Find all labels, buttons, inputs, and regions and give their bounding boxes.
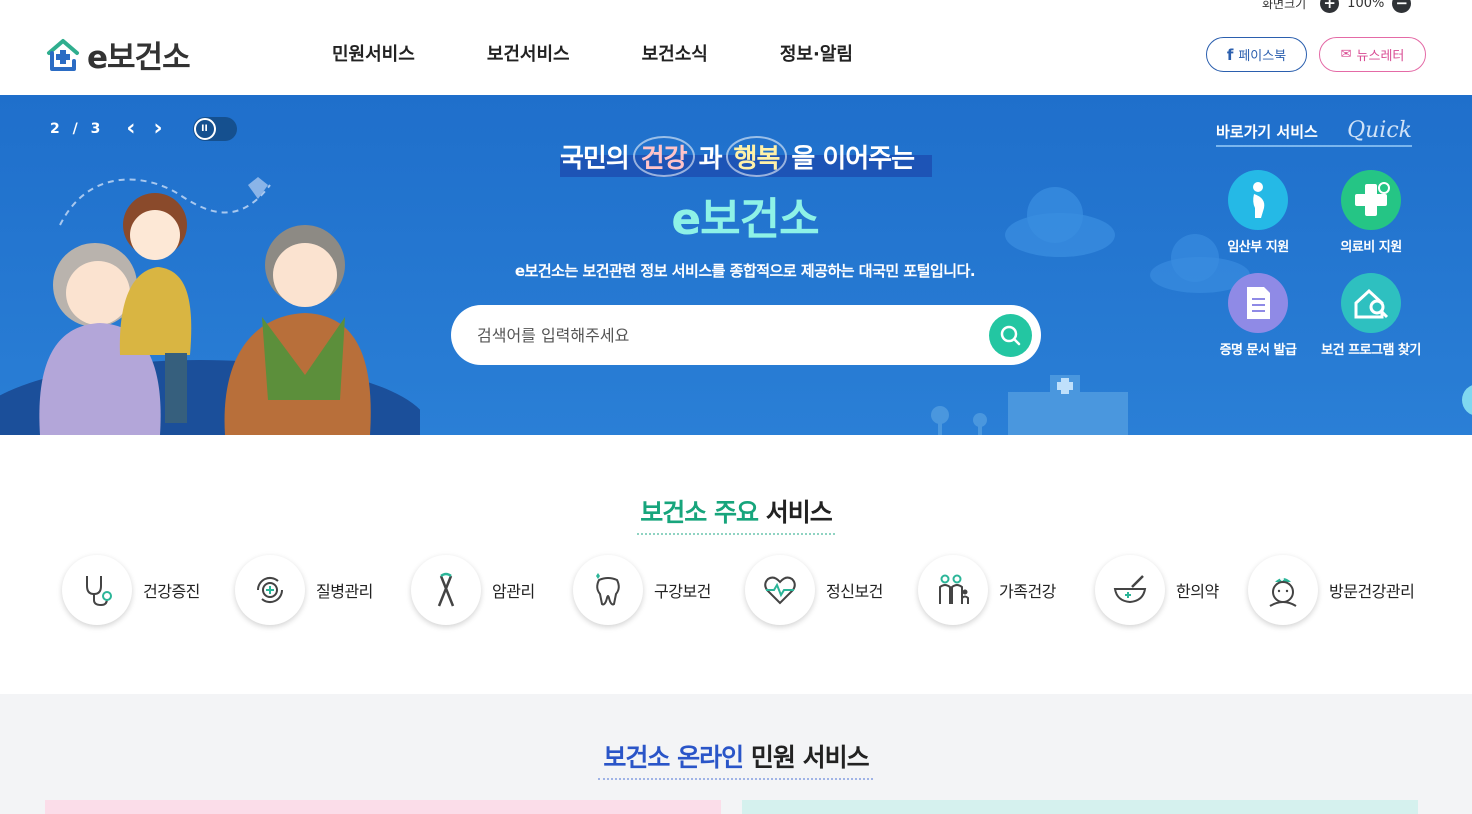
mail-icon: ✉ (1340, 47, 1352, 62)
service-home-visit-care[interactable]: 방문건강관리 (1248, 555, 1415, 625)
zoom-label: 화면크기 (1262, 0, 1307, 11)
document-icon (1228, 273, 1288, 333)
service-label: 방문건강관리 (1329, 582, 1415, 601)
main-services-title-highlight: 보건소 주요 (640, 498, 759, 527)
service-health-promotion[interactable]: 건강증진 (62, 555, 200, 625)
family-icon (918, 555, 988, 625)
quick-item-health-program-search[interactable]: 보건 프로그램 찾기 (1311, 273, 1431, 358)
facebook-icon: f (1226, 45, 1234, 64)
slide-counter: 2 / 3 (50, 121, 105, 137)
headline-keyword-health: 건강 (632, 135, 695, 177)
cancer-ribbon-icon (411, 555, 481, 625)
cloud-edge-decoration (1462, 385, 1472, 415)
online-services-underline (598, 778, 873, 780)
service-label: 가족건강 (999, 582, 1056, 601)
site-logo[interactable]: e보건소 (45, 32, 191, 77)
service-family-health[interactable]: 가족건강 (918, 555, 1056, 625)
quick-title: 바로가기 서비스 (1216, 123, 1318, 141)
quick-item-certificate-issue[interactable]: 증명 문서 발급 (1198, 273, 1318, 358)
slide-pause-toggle[interactable]: II (192, 117, 237, 141)
quick-item-pregnancy-support[interactable]: 임산부 지원 (1198, 170, 1318, 255)
pregnant-woman-icon (1228, 170, 1288, 230)
quick-header: 바로가기 서비스 Quick (1216, 120, 1412, 147)
page: e보건소 민원서비스 보건서비스 보건소식 정보·알림 화면크기 + 100% … (0, 0, 1472, 814)
service-oral-health[interactable]: 구강보건 (573, 555, 711, 625)
service-label: 암관리 (492, 582, 535, 601)
quick-label: 의료비 지원 (1340, 240, 1402, 255)
quick-label: 보건 프로그램 찾기 (1321, 343, 1421, 358)
medical-cross-icon (1341, 170, 1401, 230)
service-korean-medicine[interactable]: 한의약 (1095, 555, 1219, 625)
search-button[interactable] (989, 314, 1032, 357)
nav-item-health-service[interactable]: 보건서비스 (487, 40, 570, 66)
heart-pulse-icon (745, 555, 815, 625)
online-services-title-highlight: 보건소 온라인 (603, 743, 744, 772)
main-services-title-rest: 서비스 (765, 498, 833, 527)
newsletter-button[interactable]: ✉ 뉴스레터 (1319, 37, 1426, 72)
zoom-out-button[interactable]: − (1392, 0, 1412, 13)
pause-icon: II (193, 118, 216, 140)
house-search-icon (1341, 273, 1401, 333)
online-services-title: 보건소 온라인 민원 서비스 (0, 738, 1472, 774)
zoom-control: 화면크기 + 100% − (1262, 0, 1412, 13)
slide-prev-button[interactable]: ‹ (126, 118, 135, 140)
service-cancer-management[interactable]: 암관리 (411, 555, 535, 625)
online-services-title-rest: 민원 서비스 (750, 743, 870, 772)
search-bar (451, 305, 1041, 365)
main-services-underline (637, 533, 835, 535)
service-mental-health[interactable]: 정신보건 (745, 555, 883, 625)
headline-part-1: 국민의 (560, 143, 630, 174)
stethoscope-icon (62, 555, 132, 625)
quick-item-medical-cost-support[interactable]: 의료비 지원 (1311, 170, 1431, 255)
quick-label: 임산부 지원 (1227, 240, 1289, 255)
slider-controls: 2 / 3 ‹ › II (50, 117, 237, 141)
online-service-card-1[interactable] (45, 800, 721, 814)
main-nav: 민원서비스 보건서비스 보건소식 정보·알림 (332, 40, 925, 66)
quick-label: 증명 문서 발급 (1219, 343, 1297, 358)
headline-part-3: 을 이어주는 (791, 143, 915, 174)
headline-keyword-happiness: 행복 (725, 135, 788, 177)
quick-title-en: Quick (1347, 118, 1412, 143)
hospital-building-illustration (931, 375, 1128, 435)
quick-services: 바로가기 서비스 Quick (1216, 120, 1412, 147)
nav-item-info-notice[interactable]: 정보·알림 (780, 40, 853, 66)
nav-item-health-news[interactable]: 보건소식 (642, 40, 708, 66)
herbal-bowl-icon (1095, 555, 1165, 625)
service-label: 구강보건 (654, 582, 711, 601)
tooth-icon (573, 555, 643, 625)
service-label: 한의약 (1176, 582, 1219, 601)
hero-banner: 2 / 3 ‹ › II 국민의 건강 과 행복 을 이어주는 e보건소 e보건… (0, 95, 1472, 435)
facebook-button[interactable]: f 페이스북 (1206, 37, 1307, 72)
service-label: 건강증진 (143, 582, 200, 601)
main-services-title: 보건소 주요 서비스 (0, 493, 1472, 529)
service-label: 정신보건 (826, 582, 883, 601)
slide-next-button[interactable]: › (153, 118, 162, 140)
nav-item-civil-service[interactable]: 민원서비스 (332, 40, 415, 66)
site-header: e보건소 민원서비스 보건서비스 보건소식 정보·알림 화면크기 + 100% … (0, 0, 1472, 95)
disease-care-icon (235, 555, 305, 625)
service-label: 질병관리 (316, 582, 373, 601)
zoom-in-button[interactable]: + (1320, 0, 1340, 13)
search-icon (1000, 325, 1021, 346)
visiting-nurse-icon (1248, 555, 1318, 625)
zoom-value: 100% (1347, 0, 1385, 11)
search-input[interactable] (477, 323, 977, 347)
service-disease-management[interactable]: 질병관리 (235, 555, 373, 625)
online-service-card-2[interactable] (742, 800, 1418, 814)
logo-text: e보건소 (87, 40, 191, 76)
headline-part-2: 과 (698, 143, 723, 174)
newsletter-label: 뉴스레터 (1356, 49, 1405, 64)
house-plus-icon (47, 38, 79, 71)
facebook-label: 페이스북 (1238, 49, 1287, 64)
hero-headline: 국민의 건강 과 행복 을 이어주는 (560, 135, 932, 177)
